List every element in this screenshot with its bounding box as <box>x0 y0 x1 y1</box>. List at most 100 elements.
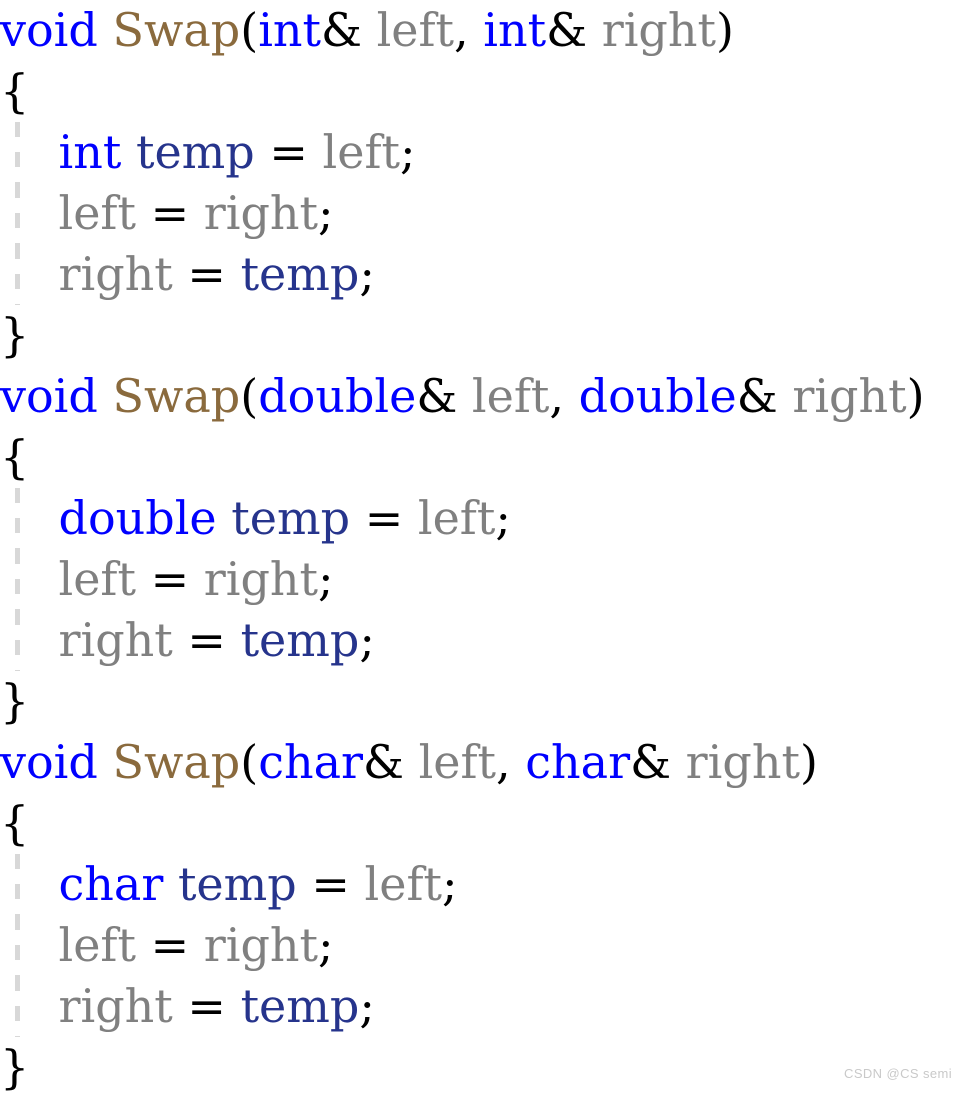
code-token-punct: ; <box>318 918 334 972</box>
code-token-punct: = <box>150 552 190 606</box>
code-token-punct: , <box>496 735 526 789</box>
code-token-parameter: left <box>322 125 400 179</box>
code-line[interactable]: { <box>0 427 962 488</box>
code-token-local: temp <box>231 491 351 545</box>
code-token-parameter: left <box>418 735 497 789</box>
code-token-punct: ; <box>318 552 334 606</box>
code-token-punct: { <box>0 64 30 118</box>
code-line[interactable]: void Swap(char& left, char& right) <box>0 732 962 793</box>
code-line[interactable]: void Swap(double& left, double& right) <box>0 366 962 427</box>
code-token-punct: { <box>0 796 30 850</box>
code-token-parameter: right <box>792 369 907 423</box>
code-token-punct: , <box>549 369 579 423</box>
code-token-punct: = <box>311 857 350 911</box>
code-line[interactable]: { <box>0 61 962 122</box>
code-token-punct: = <box>364 491 404 545</box>
code-token-parameter: right <box>203 186 319 240</box>
code-block[interactable]: void Swap(int& left, int& right){ int te… <box>0 0 962 1094</box>
code-line[interactable]: } <box>0 305 962 366</box>
code-line[interactable]: left = right; <box>0 183 962 244</box>
code-token-parameter: right <box>685 735 800 789</box>
code-token-punct: ( <box>240 369 259 423</box>
code-line[interactable]: void Swap(int& left, int& right) <box>0 0 962 61</box>
code-token-keyword: void <box>0 369 98 423</box>
code-token-punct: = <box>269 125 308 179</box>
code-line[interactable]: { <box>0 793 962 854</box>
code-token-punct: ) <box>799 735 818 789</box>
code-token-parameter: right <box>601 3 716 57</box>
code-token-keyword: double <box>258 369 417 423</box>
code-token-keyword: int <box>483 3 547 57</box>
code-line[interactable]: left = right; <box>0 549 962 610</box>
code-token-function: Swap <box>112 369 241 423</box>
code-token-keyword: void <box>0 3 98 57</box>
code-token-function: Swap <box>112 735 241 789</box>
code-token-punct: & <box>546 3 602 57</box>
code-token-parameter: left <box>58 186 136 240</box>
code-token-parameter: right <box>203 918 319 972</box>
code-token-local: temp <box>240 979 360 1033</box>
code-token-keyword: double <box>58 491 217 545</box>
code-token-punct: ) <box>715 3 734 57</box>
code-token-punct: { <box>0 430 30 484</box>
code-line[interactable]: right = temp; <box>0 976 962 1037</box>
code-token-punct: } <box>0 674 30 728</box>
code-line[interactable]: right = temp; <box>0 610 962 671</box>
code-token-parameter: right <box>58 247 173 301</box>
code-token-punct: & <box>736 369 793 423</box>
code-token-punct: } <box>0 308 30 362</box>
code-token-punct: ; <box>359 613 375 667</box>
code-token-punct: = <box>150 918 190 972</box>
code-token-keyword: double <box>578 369 737 423</box>
code-token-keyword: char <box>58 857 164 911</box>
code-token-local: temp <box>240 613 360 667</box>
code-line[interactable]: int temp = left; <box>0 122 962 183</box>
code-line[interactable]: double temp = left; <box>0 488 962 549</box>
code-line[interactable]: char temp = left; <box>0 854 962 915</box>
watermark-label: CSDN @CS semi <box>844 1066 952 1081</box>
code-token-punct: ( <box>240 735 259 789</box>
code-token-parameter: right <box>58 613 173 667</box>
code-token-punct: = <box>187 247 226 301</box>
code-token-keyword: void <box>0 735 98 789</box>
code-token-punct: = <box>150 186 190 240</box>
code-token-parameter: left <box>364 857 442 911</box>
code-token-punct: = <box>187 613 226 667</box>
code-line[interactable]: left = right; <box>0 915 962 976</box>
code-line[interactable]: } <box>0 671 962 732</box>
code-token-local: temp <box>240 247 360 301</box>
code-token-local: temp <box>177 857 297 911</box>
code-token-punct: ; <box>495 491 511 545</box>
code-token-punct: & <box>630 735 686 789</box>
code-token-keyword: int <box>258 3 322 57</box>
code-token-parameter: left <box>58 552 136 606</box>
code-line[interactable]: right = temp; <box>0 244 962 305</box>
